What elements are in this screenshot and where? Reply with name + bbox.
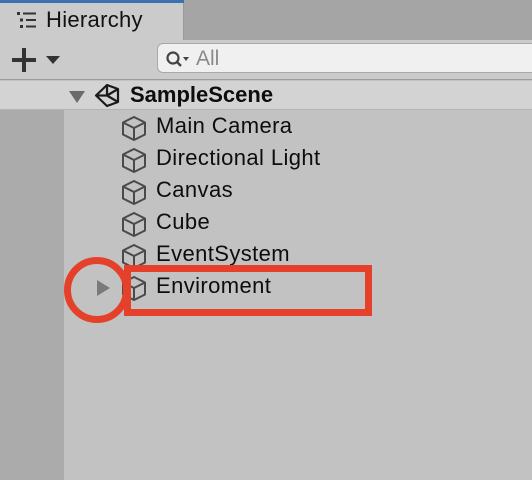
collapse-arrow-icon[interactable] (68, 90, 86, 104)
tree-item-main-camera[interactable]: Main Camera (64, 110, 532, 142)
cube-icon (122, 148, 146, 173)
unity-icon (94, 83, 120, 108)
cube-icon (122, 212, 146, 237)
tree-item-label: Directional Light (156, 145, 321, 170)
tree-item-canvas[interactable]: Canvas (64, 174, 532, 206)
tab-title: Hierarchy (46, 7, 143, 32)
tab-hierarchy[interactable]: Hierarchy (0, 0, 184, 40)
search-field[interactable] (157, 43, 532, 73)
plus-icon (12, 48, 36, 72)
tree-item-label: EventSystem (156, 241, 291, 266)
search-icon (166, 51, 189, 67)
cube-icon (122, 116, 146, 141)
scene-row[interactable]: SampleScene (0, 81, 532, 110)
tree-item-label: Cube (156, 209, 211, 234)
tab-active-indicator (0, 0, 184, 3)
cube-icon (122, 180, 146, 205)
tab-strip: Hierarchy (0, 0, 532, 40)
dropdown-arrow-icon (46, 56, 60, 64)
add-object-button[interactable] (8, 46, 66, 74)
hierarchy-toolbar (0, 40, 532, 80)
scene-name: SampleScene (130, 82, 274, 107)
tree-item-label: Canvas (156, 177, 233, 202)
highlight-rectangle (124, 265, 372, 316)
tree-item-directional-light[interactable]: Directional Light (64, 142, 532, 174)
tree-item-label: Main Camera (156, 113, 293, 138)
hierarchy-gutter (0, 110, 64, 480)
tree-item-cube[interactable]: Cube (64, 206, 532, 238)
search-input[interactable] (194, 46, 528, 72)
list-icon (17, 12, 36, 28)
highlight-circle (64, 257, 130, 323)
